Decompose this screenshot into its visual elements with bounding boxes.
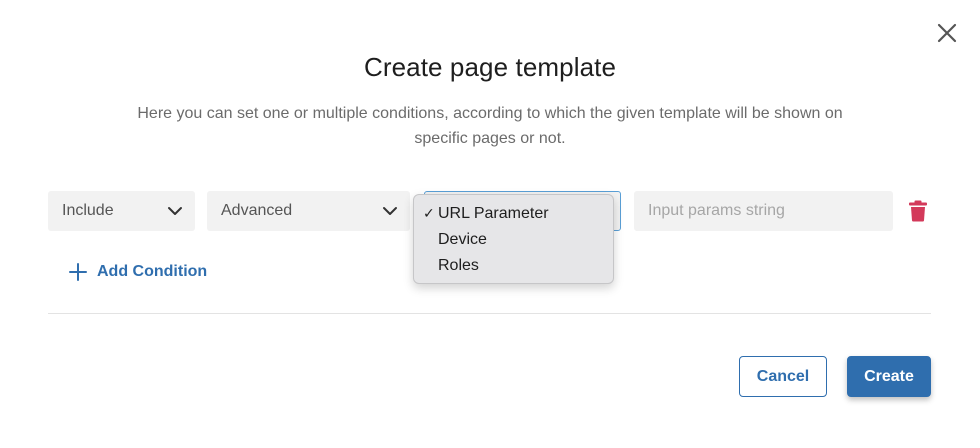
option-label: Roles [438, 257, 479, 274]
delete-condition-button[interactable] [908, 200, 928, 222]
plus-icon [69, 263, 87, 281]
dropdown-option-roles[interactable]: Roles [414, 253, 613, 279]
include-select[interactable]: Include [48, 191, 195, 231]
condition-type-value: Advanced [221, 202, 293, 219]
option-label: Device [438, 231, 487, 248]
add-condition-label: Add Condition [97, 263, 208, 280]
trash-icon [909, 200, 927, 222]
chevron-down-icon [168, 207, 182, 215]
chevron-down-icon [383, 207, 397, 215]
cancel-button[interactable]: Cancel [739, 356, 827, 397]
dialog-title: Create page template [363, 52, 617, 82]
include-select-value: Include [62, 202, 114, 219]
dropdown-option-device[interactable]: Device [414, 227, 613, 253]
condition-type-select[interactable]: Advanced [207, 191, 410, 231]
add-condition-button[interactable]: Add Condition [69, 261, 207, 283]
close-button[interactable] [934, 20, 960, 46]
close-icon [937, 23, 957, 43]
params-string-input[interactable] [634, 191, 893, 231]
option-label: URL Parameter [438, 205, 549, 222]
dialog-description: Here you can set one or multiple conditi… [137, 105, 843, 147]
parameter-dropdown-menu: ✓ URL Parameter Device Roles [413, 194, 614, 284]
create-template-dialog: Create page template Here you can set on… [0, 0, 980, 448]
dropdown-option-url-parameter[interactable]: ✓ URL Parameter [414, 201, 613, 227]
divider [48, 313, 931, 314]
create-button[interactable]: Create [847, 356, 931, 397]
check-icon: ✓ [423, 205, 435, 221]
